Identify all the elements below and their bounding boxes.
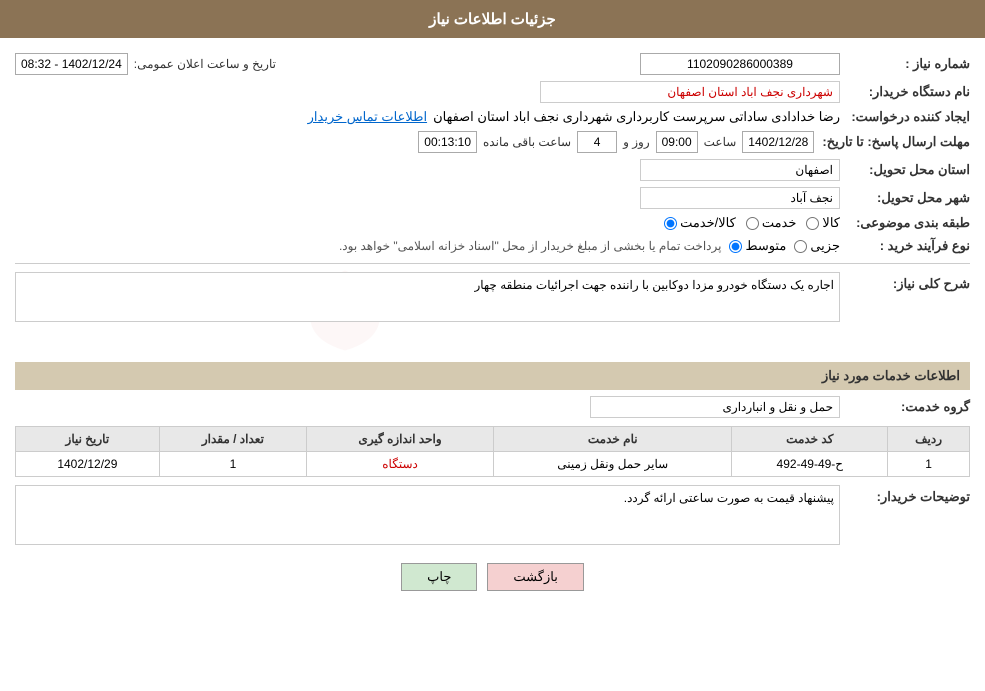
page-header: جزئیات اطلاعات نیاز (0, 0, 985, 38)
buyer-notes-textarea[interactable] (15, 485, 840, 545)
deadline-date: 1402/12/28 (742, 131, 814, 153)
buyer-org-input[interactable] (540, 81, 840, 103)
need-number-value: 1102090286000389 (640, 53, 840, 75)
deadline-days: 4 (577, 131, 617, 153)
category-radio-group: کالا خدمت کالا/خدمت (15, 215, 840, 231)
cell-unit: دستگاه (307, 452, 494, 477)
service-group-label: گروه خدمت: (840, 399, 970, 415)
col-header-name: نام خدمت (494, 427, 732, 452)
section-divider-1 (15, 263, 970, 264)
need-number-label: شماره نیاز : (840, 56, 970, 72)
col-header-unit: واحد اندازه گیری (307, 427, 494, 452)
category-option-2[interactable]: خدمت (746, 215, 797, 231)
announcement-label: تاریخ و ساعت اعلان عمومی: (134, 57, 276, 71)
buyer-org-row: نام دستگاه خریدار: (15, 81, 970, 103)
col-header-code: کد خدمت (732, 427, 888, 452)
service-group-input[interactable] (590, 396, 840, 418)
province-row: استان محل تحویل: (15, 159, 970, 181)
col-header-qty: تعداد / مقدار (159, 427, 306, 452)
deadline-label: مهلت ارسال پاسخ: تا تاریخ: (814, 134, 970, 150)
cell-row: 1 (888, 452, 970, 477)
remaining-label: ساعت باقی مانده (483, 135, 571, 149)
cell-date: 1402/12/29 (16, 452, 160, 477)
services-table-section: ردیف کد خدمت نام خدمت واحد اندازه گیری ت… (15, 426, 970, 477)
page-title: جزئیات اطلاعات نیاز (429, 11, 556, 28)
table-header-row: ردیف کد خدمت نام خدمت واحد اندازه گیری ت… (16, 427, 970, 452)
action-buttons: بازگشت چاپ (15, 563, 970, 591)
purchase-type-option-1[interactable]: جزیی (794, 238, 840, 254)
description-row: شرح کلی نیاز: ● (15, 272, 970, 352)
purchase-type-label: نوع فرآیند خرید : (840, 238, 970, 254)
back-button[interactable]: بازگشت (487, 563, 583, 591)
col-header-row: ردیف (888, 427, 970, 452)
creator-value: رضا خدادادی ساداتی سرپرست کاربرداری شهرد… (433, 109, 840, 125)
creator-label: ایجاد کننده درخواست: (840, 109, 970, 125)
purchase-type-note: پرداخت تمام یا بخشی از مبلغ خریدار از مح… (339, 237, 722, 255)
category-option-3[interactable]: کالا/خدمت (664, 215, 736, 231)
deadline-time: 09:00 (656, 131, 698, 153)
creator-row: ایجاد کننده درخواست: رضا خدادادی ساداتی … (15, 109, 970, 125)
description-label: شرح کلی نیاز: (840, 272, 970, 292)
category-row: طبقه بندی موضوعی: کالا خدمت کالا/خدمت (15, 215, 970, 231)
deadline-row: مهلت ارسال پاسخ: تا تاریخ: 1402/12/28 سا… (15, 131, 970, 153)
province-label: استان محل تحویل: (840, 162, 970, 178)
service-group-row: گروه خدمت: (15, 396, 970, 418)
city-row: شهر محل تحویل: (15, 187, 970, 209)
need-number-row: شماره نیاز : 1102090286000389 تاریخ و سا… (15, 53, 970, 75)
remaining-time: 00:13:10 (418, 131, 477, 153)
col-header-date: تاریخ نیاز (16, 427, 160, 452)
buyer-notes-label: توضیحات خریدار: (840, 485, 970, 505)
city-input[interactable] (640, 187, 840, 209)
description-textarea[interactable] (15, 272, 840, 322)
deadline-time-label: ساعت (704, 135, 737, 149)
category-option-1[interactable]: کالا (806, 215, 840, 231)
purchase-type-option-2[interactable]: متوسط (729, 238, 786, 254)
print-button[interactable]: چاپ (401, 563, 477, 591)
announcement-value: 1402/12/24 - 08:32 (15, 53, 128, 75)
services-table: ردیف کد خدمت نام خدمت واحد اندازه گیری ت… (15, 426, 970, 477)
services-section-header: اطلاعات خدمات مورد نیاز (15, 362, 970, 390)
city-label: شهر محل تحویل: (840, 190, 970, 206)
cell-qty: 1 (159, 452, 306, 477)
table-row: 1 ح-49-49-492 سایر حمل ونقل زمینی دستگاه… (16, 452, 970, 477)
province-input[interactable] (640, 159, 840, 181)
category-label: طبقه بندی موضوعی: (840, 215, 970, 231)
deadline-days-label: روز و (623, 135, 650, 149)
buyer-org-label: نام دستگاه خریدار: (840, 84, 970, 100)
page-wrapper: جزئیات اطلاعات نیاز شماره نیاز : 1102090… (0, 0, 985, 691)
buyer-notes-row: توضیحات خریدار: (15, 485, 970, 548)
creator-contact-link[interactable]: اطلاعات تماس خریدار (308, 109, 427, 125)
cell-name: سایر حمل ونقل زمینی (494, 452, 732, 477)
main-content: شماره نیاز : 1102090286000389 تاریخ و سا… (0, 48, 985, 601)
cell-code: ح-49-49-492 (732, 452, 888, 477)
purchase-type-row: نوع فرآیند خرید : جزیی متوسط پرداخت تمام… (15, 237, 970, 255)
